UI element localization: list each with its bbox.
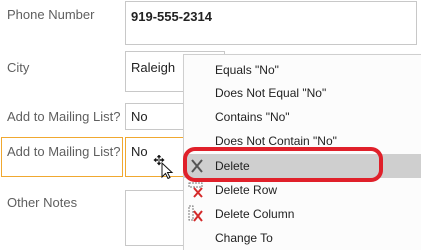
menu-item-label: Change To: [215, 231, 273, 245]
menu-item-does-not-contain[interactable]: Does Not Contain "No": [184, 129, 421, 153]
layout-view: Phone Number 919-555-2314 City Raleigh A…: [0, 0, 421, 250]
delete-x-icon: [191, 159, 203, 173]
move-cursor-icon: [152, 153, 174, 179]
other-notes-label: Other Notes: [7, 195, 78, 210]
phone-number-field[interactable]: 919-555-2314: [125, 1, 417, 45]
other-notes-field[interactable]: [125, 190, 189, 246]
menu-item-change-to[interactable]: Change To: [184, 226, 421, 250]
delete-column-icon: [188, 205, 203, 222]
menu-item-does-not-equal[interactable]: Does Not Equal "No": [184, 81, 421, 105]
menu-item-label: Does Not Equal "No": [215, 86, 327, 100]
delete-row-icon: [188, 182, 203, 198]
menu-item-label: Equals "No": [215, 63, 279, 77]
menu-item-equals[interactable]: Equals "No": [184, 58, 421, 82]
menu-item-label: Delete Column: [215, 207, 295, 221]
menu-item-delete[interactable]: Delete: [184, 154, 421, 178]
phone-number-label: Phone Number: [7, 7, 95, 22]
mailing-list-field[interactable]: No: [125, 103, 189, 130]
mailing-list-label-selected[interactable]: Add to Mailing List?: [1, 137, 123, 177]
menu-item-label: Does Not Contain "No": [215, 134, 337, 148]
city-label: City: [7, 60, 30, 75]
menu-item-label: Delete: [215, 159, 250, 173]
menu-item-delete-column[interactable]: Delete Column: [184, 202, 421, 226]
menu-item-label: Contains "No": [215, 110, 290, 124]
menu-item-label: Delete Row: [215, 183, 278, 197]
menu-item-contains[interactable]: Contains "No": [184, 105, 421, 129]
mailing-list-label: Add to Mailing List?: [7, 109, 121, 124]
menu-item-delete-row[interactable]: Delete Row: [184, 178, 421, 202]
context-menu: Equals "No" Does Not Equal "No" Contains…: [183, 54, 421, 250]
